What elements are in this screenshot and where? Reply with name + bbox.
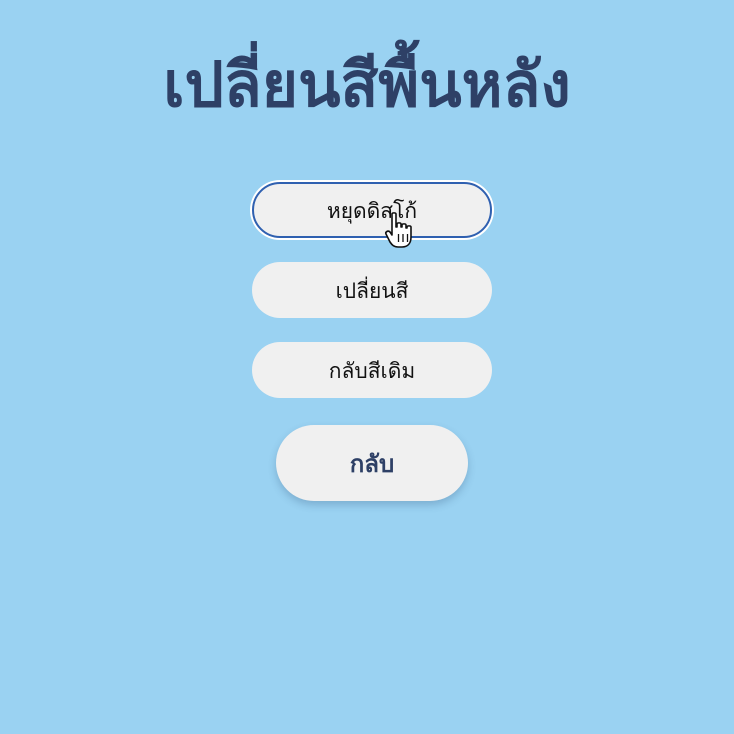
- change-color-button[interactable]: เปลี่ยนสี: [252, 262, 492, 318]
- stop-disco-button[interactable]: หยุดดิสโก้: [252, 182, 492, 238]
- back-button[interactable]: กลับ: [276, 425, 468, 501]
- page-title: เปลี่ยนสีพื้นหลัง: [163, 48, 571, 121]
- restore-color-button[interactable]: กลับสีเดิม: [252, 342, 492, 398]
